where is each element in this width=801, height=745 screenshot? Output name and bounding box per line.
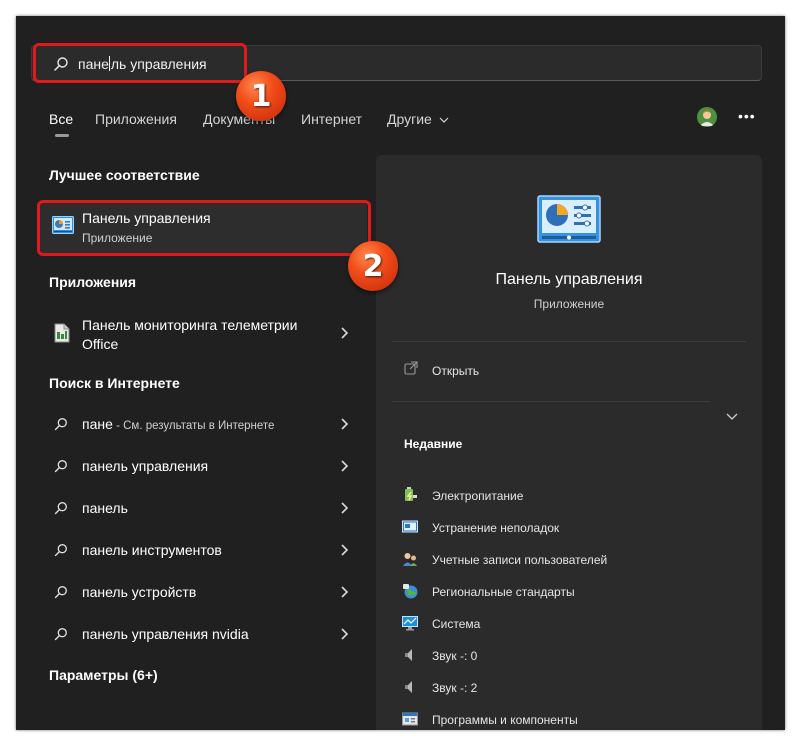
recent-item[interactable]: Региональные стандарты [402, 581, 732, 603]
tab-more[interactable]: Другие [387, 111, 449, 127]
document-icon [54, 323, 70, 343]
recent-header: Недавние [404, 437, 463, 451]
recent-item-label: Система [432, 617, 481, 631]
search-icon [54, 460, 67, 473]
chevron-right-icon [341, 460, 349, 472]
speaker-icon [405, 681, 412, 693]
section-apps: Приложения [49, 274, 137, 290]
control-panel-icon [537, 195, 601, 243]
tab-web[interactable]: Интернет [301, 111, 362, 127]
web-result-label: панель [82, 500, 128, 516]
recent-item-label: Устранение неполадок [432, 521, 560, 535]
chevron-right-icon [341, 327, 349, 339]
recent-item[interactable]: Учетные записи пользователей [402, 549, 732, 571]
chevron-right-icon [341, 586, 349, 598]
tab-more-label: Другие [387, 111, 432, 127]
app-result-item[interactable]: Панель мониторинга телеметрии Office [39, 313, 367, 355]
recent-item-label: Программы и компоненты [432, 713, 578, 727]
web-result-item[interactable]: панель инструментов [39, 532, 367, 568]
tab-apps[interactable]: Приложения [95, 111, 177, 127]
recent-item[interactable]: Устранение неполадок [402, 517, 732, 539]
recent-item[interactable]: Звук -: 2 [402, 677, 732, 699]
divider [392, 401, 710, 402]
search-window: пане ль управления Все Приложения Докумен… [16, 16, 785, 730]
web-result-label: пане - См. результаты в Интернете [82, 416, 275, 432]
recent-item-label: Звук -: 0 [432, 649, 478, 663]
web-result-item[interactable]: панель [39, 490, 367, 526]
app-result-line1: Панель мониторинга телеметрии [82, 317, 298, 333]
filter-tabs: Все Приложения Документы Интернет Другие [16, 111, 785, 137]
open-label: Открыть [432, 364, 480, 378]
programs-icon [402, 712, 418, 726]
web-result-item[interactable]: панель управления nvidia [39, 616, 367, 652]
more-options-button[interactable]: ••• [738, 106, 755, 126]
step-badge-2: 2 [348, 241, 398, 291]
web-result-item[interactable]: панель управления [39, 448, 367, 484]
user-avatar-icon[interactable] [697, 107, 717, 127]
preview-panel: Панель управления Приложение Открыть Нед… [376, 155, 762, 730]
section-web-search: Поиск в Интернете [49, 375, 180, 391]
chevron-right-icon [341, 628, 349, 640]
troubleshoot-icon [402, 520, 418, 533]
highlight-search-box [33, 43, 247, 83]
active-tab-indicator [55, 134, 69, 137]
search-icon [54, 544, 67, 557]
tab-all[interactable]: Все [49, 111, 73, 127]
recent-item[interactable]: Программы и компоненты [402, 709, 732, 730]
open-external-icon [404, 361, 418, 375]
system-monitor-icon [402, 616, 418, 631]
chevron-right-icon [341, 544, 349, 556]
app-result-line2: Office [82, 336, 119, 352]
chevron-down-icon [439, 117, 449, 123]
speaker-icon [405, 649, 412, 661]
recent-item-label: Учетные записи пользователей [432, 553, 608, 567]
web-result-item[interactable]: панель устройств [39, 574, 367, 610]
recent-item[interactable]: Электропитание [402, 485, 732, 507]
highlight-best-match [37, 200, 371, 256]
recent-item-label: Электропитание [432, 489, 524, 503]
power-options-icon [405, 487, 417, 501]
chevron-right-icon [341, 502, 349, 514]
recent-item[interactable]: Звук -: 0 [402, 645, 732, 667]
step-badge-1: 1 [236, 71, 286, 121]
search-icon [54, 502, 67, 515]
section-best-match: Лучшее соответствие [49, 167, 200, 183]
search-icon [54, 628, 67, 641]
chevron-right-icon [341, 418, 349, 430]
chevron-down-icon[interactable] [726, 413, 738, 421]
preview-title: Панель управления [495, 271, 643, 288]
recent-item[interactable]: Система [402, 613, 732, 635]
web-result-label: панель управления nvidia [82, 626, 249, 642]
recent-item-label: Звук -: 2 [432, 681, 478, 695]
search-icon [54, 418, 67, 431]
web-result-item[interactable]: пане - См. результаты в Интернете [39, 406, 367, 442]
section-settings[interactable]: Параметры (6+) [49, 667, 158, 683]
web-result-label: панель инструментов [82, 542, 222, 558]
divider [392, 341, 746, 342]
user-accounts-icon [403, 553, 417, 566]
search-icon [54, 586, 67, 599]
web-result-label: панель устройств [82, 584, 197, 600]
recent-item-label: Региональные стандарты [432, 585, 575, 599]
preview-subtitle: Приложение [533, 297, 605, 311]
web-result-label: панель управления [82, 458, 209, 474]
region-globe-icon [403, 584, 418, 599]
